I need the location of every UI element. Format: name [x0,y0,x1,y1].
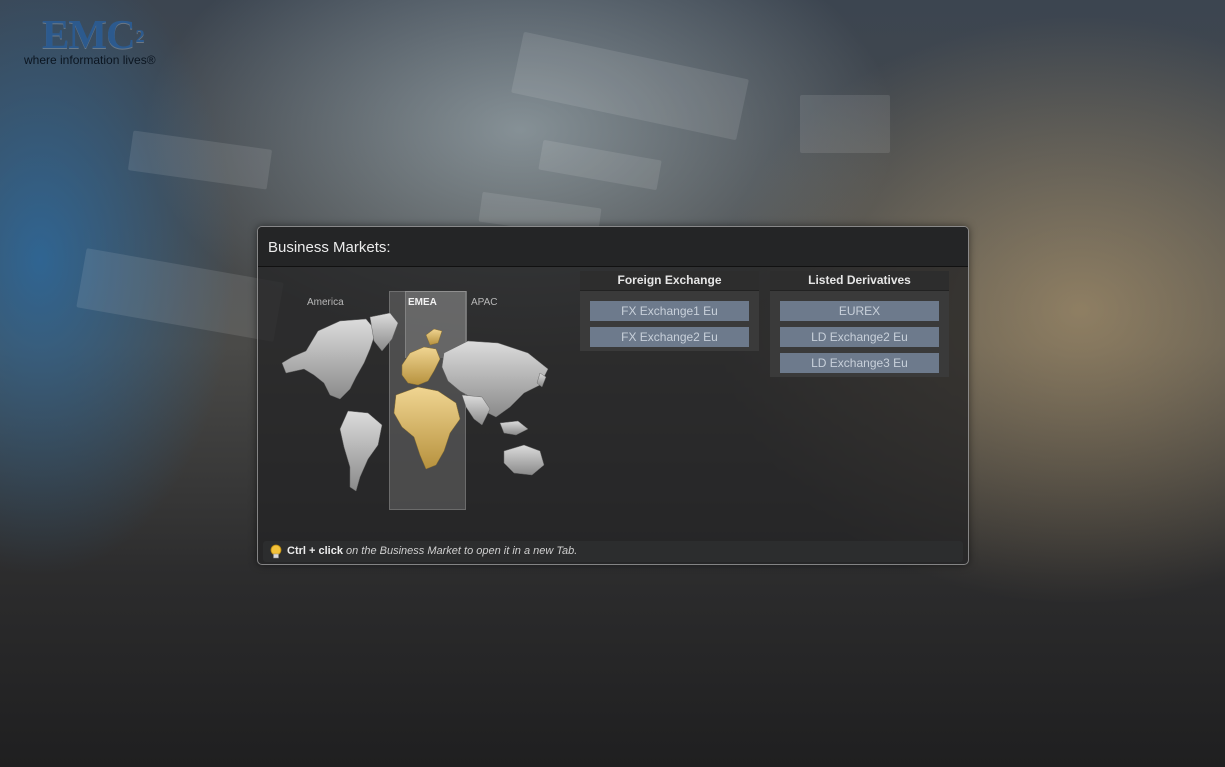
fx-exchange1-eu-button[interactable]: FX Exchange1 Eu [590,301,749,321]
logo-mark: EMC2 [42,11,145,57]
map-scandinavia[interactable] [425,328,443,346]
ld-exchange3-eu-button[interactable]: LD Exchange3 Eu [780,353,939,373]
map-south-america[interactable] [339,410,383,492]
panel-title: Business Markets: [268,239,391,256]
map-europe[interactable] [401,346,441,386]
map-africa[interactable] [393,386,461,470]
listed-derivatives-box: Listed Derivatives EUREX LD Exchange2 Eu… [770,271,949,377]
hint-shortcut: Ctrl + click [287,545,343,557]
map-north-america[interactable] [281,318,377,400]
logo-tagline: where information lives® [24,53,156,67]
hint-text: Ctrl + click on the Business Market to o… [287,541,577,562]
world-map: America EMEA APAC [278,291,553,510]
hint-bar: Ctrl + click on the Business Market to o… [263,541,963,562]
listed-derivatives-title: Listed Derivatives [770,271,949,291]
fx-exchange2-eu-button[interactable]: FX Exchange2 Eu [590,327,749,347]
map-greenland[interactable] [369,312,399,352]
eurex-button[interactable]: EUREX [780,301,939,321]
map-southeast-asia[interactable] [499,420,529,436]
map-australia[interactable] [503,444,545,476]
map-asia[interactable] [441,340,549,418]
foreign-exchange-title: Foreign Exchange [580,271,759,291]
ld-exchange2-eu-button[interactable]: LD Exchange2 Eu [780,327,939,347]
foreign-exchange-box: Foreign Exchange FX Exchange1 Eu FX Exch… [580,271,759,351]
emc-logo: EMC2 where information lives® [24,12,156,67]
world-map-graphic [281,312,549,492]
business-markets-panel: Business Markets: America EMEA APAC Fore… [257,226,969,565]
lightbulb-icon [270,544,282,559]
hint-description: on the Business Market to open it in a n… [342,545,578,557]
